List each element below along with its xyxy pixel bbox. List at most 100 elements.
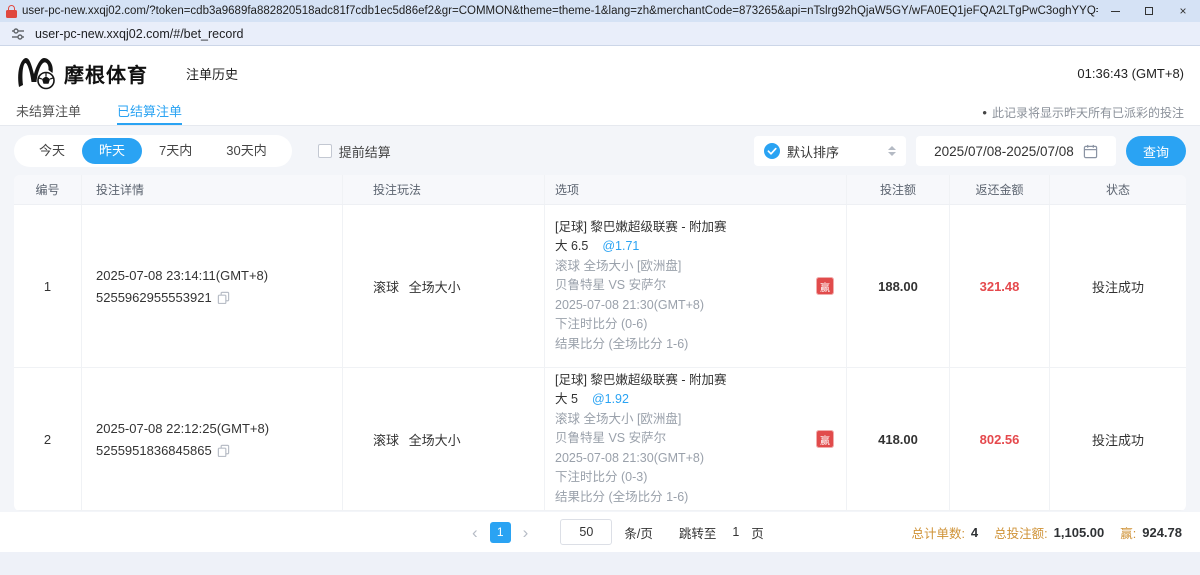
option-market: 滚球 全场大小 [欧洲盘] bbox=[555, 257, 836, 277]
bet-table: 编号 投注详情 投注玩法 选项 投注额 返还金额 状态 1 2025-07-08… bbox=[14, 175, 1186, 511]
date-range-input[interactable]: 2025/07/08-2025/07/08 bbox=[916, 136, 1116, 166]
sort-select[interactable]: 默认排序 bbox=[754, 136, 906, 166]
option-result-score: 结果比分 (全场比分 1-6) bbox=[555, 488, 836, 508]
bet-play-type: 滚球 全场大小 bbox=[373, 277, 544, 296]
sort-carets-icon bbox=[888, 146, 896, 156]
option-match-time: 2025-07-08 21:30(GMT+8) bbox=[555, 449, 836, 469]
jump-to-label: 跳转至 bbox=[679, 523, 717, 542]
option-league: [足球] 黎巴嫩超级联赛 - 附加赛 bbox=[555, 371, 836, 391]
total-count-value: 4 bbox=[971, 525, 978, 540]
range-7days-button[interactable]: 7天内 bbox=[142, 138, 209, 164]
total-count-label: 总计单数: bbox=[911, 523, 964, 542]
status-text: 投注成功 bbox=[1050, 277, 1186, 296]
bet-time: 2025-07-08 22:12:25(GMT+8) bbox=[96, 421, 342, 436]
prev-page-button[interactable]: ‹ bbox=[466, 524, 484, 541]
per-page-label: 条/页 bbox=[624, 523, 652, 542]
tab-bar: 未结算注单 已结算注单 • 此记录将显示昨天所有已派彩的投注 bbox=[0, 100, 1200, 126]
page-background bbox=[0, 552, 1200, 575]
close-button[interactable]: × bbox=[1166, 0, 1200, 22]
search-button[interactable]: 查询 bbox=[1126, 136, 1186, 166]
filter-bar: 今天 昨天 7天内 30天内 提前结算 默认排序 2025/07/08-2025… bbox=[14, 135, 1186, 167]
close-icon: × bbox=[1179, 5, 1186, 17]
sort-select-value: 默认排序 bbox=[787, 142, 839, 161]
window-title: user-pc-new.xxqj02.com/?token=cdb3a9689f… bbox=[22, 5, 1098, 17]
check-circle-icon bbox=[764, 143, 780, 159]
early-settle-label: 提前结算 bbox=[339, 142, 391, 161]
win-badge: 赢 bbox=[816, 277, 834, 295]
app-header: 摩根体育 注单历史 01:36:43 (GMT+8) bbox=[0, 46, 1200, 100]
option-pick: 大 6.5 bbox=[555, 239, 588, 253]
option-bet-score: 下注时比分 (0-3) bbox=[555, 468, 836, 488]
range-today-button[interactable]: 今天 bbox=[22, 138, 82, 164]
option-market: 滚球 全场大小 [欧洲盘] bbox=[555, 410, 836, 430]
page-size-input[interactable]: 50 bbox=[560, 519, 612, 545]
range-30days-button[interactable]: 30天内 bbox=[209, 138, 283, 164]
total-win-value: 924.78 bbox=[1142, 525, 1182, 540]
screen: user-pc-new.xxqj02.com/?token=cdb3a9689f… bbox=[0, 0, 1200, 575]
win-badge: 赢 bbox=[816, 430, 834, 448]
option-teams: 贝鲁特星 VS 安萨尔 bbox=[555, 429, 836, 449]
table-header-row: 编号 投注详情 投注玩法 选项 投注额 返还金额 状态 bbox=[14, 175, 1186, 205]
jump-page-input[interactable]: 1 bbox=[732, 525, 739, 539]
bet-id: 5255951836845865 bbox=[96, 443, 212, 458]
record-notice-text: 此记录将显示昨天所有已派彩的投注 bbox=[992, 104, 1184, 121]
brand-logo-icon bbox=[16, 56, 56, 90]
option-league: [足球] 黎巴嫩超级联赛 - 附加赛 bbox=[555, 218, 836, 238]
early-settle-checkbox[interactable] bbox=[318, 144, 332, 158]
copy-icon[interactable] bbox=[217, 291, 230, 304]
option-bet-score: 下注时比分 (0-6) bbox=[555, 315, 836, 335]
early-settle-checkbox-group[interactable]: 提前结算 bbox=[318, 142, 391, 161]
return-amount: 321.48 bbox=[950, 279, 1049, 294]
bet-play-type: 滚球 全场大小 bbox=[373, 430, 544, 449]
next-page-button[interactable]: › bbox=[517, 524, 535, 541]
stake-amount: 188.00 bbox=[847, 279, 949, 294]
total-stake-value: 1,105.00 bbox=[1054, 525, 1105, 540]
page-unit-label: 页 bbox=[751, 523, 764, 542]
date-range-pills: 今天 昨天 7天内 30天内 bbox=[14, 135, 292, 167]
site-settings-icon[interactable] bbox=[10, 26, 26, 42]
total-stake-label: 总投注额: bbox=[994, 523, 1047, 542]
col-header-play: 投注玩法 bbox=[343, 175, 545, 204]
tab-settled[interactable]: 已结算注单 bbox=[117, 100, 182, 125]
range-yesterday-button[interactable]: 昨天 bbox=[82, 138, 142, 164]
return-amount: 802.56 bbox=[950, 432, 1049, 447]
row-number: 1 bbox=[14, 279, 81, 294]
col-header-no: 编号 bbox=[14, 175, 82, 204]
clock: 01:36:43 (GMT+8) bbox=[1077, 66, 1184, 81]
option-result-score: 结果比分 (全场比分 1-6) bbox=[555, 335, 836, 355]
table-row: 2 2025-07-08 22:12:25(GMT+8) 52559518368… bbox=[14, 368, 1186, 511]
col-header-return: 返还金额 bbox=[950, 175, 1050, 204]
status-text: 投注成功 bbox=[1050, 430, 1186, 449]
copy-icon[interactable] bbox=[217, 444, 230, 457]
address-url[interactable]: user-pc-new.xxqj02.com/#/bet_record bbox=[35, 27, 243, 41]
maximize-button[interactable] bbox=[1132, 0, 1166, 22]
total-win-label: 赢: bbox=[1120, 523, 1136, 542]
bet-id: 5255962955553921 bbox=[96, 290, 212, 305]
browser-urlbar: user-pc-new.xxqj02.com/#/bet_record bbox=[0, 22, 1200, 46]
bullet-icon: • bbox=[982, 105, 987, 120]
summary-bar: 总计单数: 4 总投注额: 1,105.00 赢: 924.78 bbox=[911, 523, 1182, 542]
option-pick: 大 5 bbox=[555, 392, 578, 406]
stake-amount: 418.00 bbox=[847, 432, 949, 447]
option-odds: @1.71 bbox=[602, 239, 639, 253]
page-number-button[interactable]: 1 bbox=[490, 522, 511, 543]
option-odds: @1.92 bbox=[592, 392, 629, 406]
minimize-button[interactable] bbox=[1098, 0, 1132, 22]
col-header-stake: 投注额 bbox=[847, 175, 950, 204]
bet-time: 2025-07-08 23:14:11(GMT+8) bbox=[96, 268, 342, 283]
col-header-status: 状态 bbox=[1050, 175, 1186, 204]
lock-icon bbox=[6, 5, 17, 18]
minimize-icon bbox=[1111, 11, 1120, 12]
option-teams: 贝鲁特星 VS 安萨尔 bbox=[555, 276, 836, 296]
date-range-value: 2025/07/08-2025/07/08 bbox=[934, 144, 1074, 159]
page-title: 注单历史 bbox=[186, 64, 238, 83]
record-notice: • 此记录将显示昨天所有已派彩的投注 bbox=[982, 100, 1184, 125]
option-match-time: 2025-07-08 21:30(GMT+8) bbox=[555, 296, 836, 316]
col-header-option: 选项 bbox=[545, 175, 847, 204]
brand-name: 摩根体育 bbox=[64, 59, 148, 88]
calendar-icon bbox=[1083, 144, 1098, 159]
maximize-icon bbox=[1145, 7, 1153, 15]
browser-titlebar: user-pc-new.xxqj02.com/?token=cdb3a9689f… bbox=[0, 0, 1200, 22]
col-header-detail: 投注详情 bbox=[82, 175, 343, 204]
tab-unsettled[interactable]: 未结算注单 bbox=[16, 100, 81, 125]
